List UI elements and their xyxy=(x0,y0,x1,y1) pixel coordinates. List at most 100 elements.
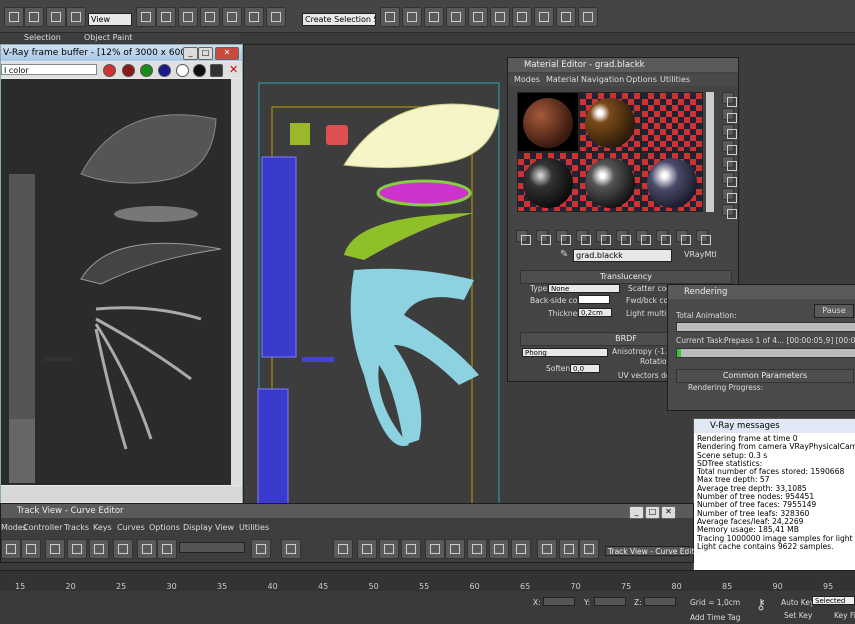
auto-tangent-icon[interactable] xyxy=(467,539,487,559)
make-preview-icon[interactable] xyxy=(722,172,737,187)
pivot-icon[interactable] xyxy=(136,7,156,27)
close-button[interactable]: ✕ xyxy=(215,47,239,60)
common-parameters-rollout[interactable]: Common Parameters xyxy=(676,369,854,383)
bezier-icon[interactable] xyxy=(281,539,301,559)
go-parent-icon[interactable] xyxy=(696,230,711,245)
selection-set-select[interactable]: Selected xyxy=(812,596,855,605)
lock-y-icon[interactable] xyxy=(559,539,579,559)
graphite-icon[interactable] xyxy=(446,7,466,27)
reference-coordinate-select[interactable]: View xyxy=(88,13,132,26)
key-filters-button[interactable]: Key Fil xyxy=(834,611,855,620)
slot-scrollbar[interactable] xyxy=(706,92,714,212)
alpha-channel-icon[interactable] xyxy=(176,64,189,77)
add-time-tag-button[interactable]: Add Time Tag xyxy=(690,613,740,622)
menu-utilities[interactable]: Utilities xyxy=(660,74,690,86)
backside-color-swatch[interactable] xyxy=(578,295,610,304)
material-type-button[interactable]: VRayMtl xyxy=(684,250,717,259)
percent-snap-icon[interactable] xyxy=(244,7,264,27)
move-keys-icon[interactable] xyxy=(21,539,41,559)
brdf-type-select[interactable]: Phong xyxy=(522,348,608,357)
put-library-icon[interactable] xyxy=(636,230,651,245)
track-minimize-button[interactable]: _ xyxy=(629,506,644,519)
reduce-keys-icon[interactable] xyxy=(157,539,177,559)
track-menu-utilities[interactable]: Utilities xyxy=(239,522,269,533)
vfb-vertical-scrollbar[interactable] xyxy=(231,79,241,485)
rotate-icon[interactable] xyxy=(46,7,66,27)
get-material-icon[interactable] xyxy=(516,230,531,245)
show-keyable-icon[interactable] xyxy=(511,539,531,559)
red-channel-icon[interactable] xyxy=(103,64,116,77)
rendered-frame-window-icon[interactable] xyxy=(556,7,576,27)
move-icon[interactable] xyxy=(24,7,44,27)
translucency-type-select[interactable]: None xyxy=(548,284,620,293)
y-coordinate-field[interactable] xyxy=(594,597,626,606)
x-coordinate-field[interactable] xyxy=(543,597,575,606)
options-icon[interactable] xyxy=(722,188,737,203)
sample-type-icon[interactable] xyxy=(722,92,737,107)
spinner-snap-icon[interactable] xyxy=(266,7,286,27)
clear-icon[interactable]: ✕ xyxy=(229,63,238,76)
scale-keys-icon[interactable] xyxy=(67,539,87,559)
mirror-icon[interactable] xyxy=(380,7,400,27)
put-material-icon[interactable] xyxy=(536,230,551,245)
green-channel-icon[interactable] xyxy=(140,64,153,77)
menu-navigation[interactable]: Navigation xyxy=(581,74,624,86)
menu-modes[interactable]: Modes xyxy=(514,74,540,86)
scale-icon[interactable] xyxy=(66,7,86,27)
channel-select[interactable]: I color xyxy=(1,64,97,75)
show-map-icon[interactable] xyxy=(676,230,691,245)
key-value-field[interactable] xyxy=(179,542,245,553)
add-keys-icon[interactable] xyxy=(113,539,133,559)
slow-tangent-icon[interactable] xyxy=(379,539,399,559)
material-editor-icon[interactable] xyxy=(512,7,532,27)
material-slot[interactable] xyxy=(641,92,703,152)
background-icon[interactable] xyxy=(722,124,737,139)
lock-z-icon[interactable] xyxy=(579,539,599,559)
track-menu-display[interactable]: Display xyxy=(183,522,213,533)
thickness-field[interactable]: 0,2cm xyxy=(578,308,612,317)
material-id-icon[interactable] xyxy=(656,230,671,245)
smooth-tangent-icon[interactable] xyxy=(445,539,465,559)
copy-material-icon[interactable] xyxy=(596,230,611,245)
material-slot[interactable] xyxy=(579,92,641,152)
sample-uv-icon[interactable] xyxy=(722,140,737,155)
lock-x-icon[interactable] xyxy=(537,539,557,559)
track-view-name-field[interactable]: Track View - Curve Editor xyxy=(605,546,702,556)
red-channel-toggle-icon[interactable] xyxy=(122,64,135,77)
render-setup-icon[interactable] xyxy=(534,7,554,27)
soften-field[interactable]: 0,0 xyxy=(570,364,600,373)
backlight-icon[interactable] xyxy=(722,108,737,123)
param-out-of-range-icon[interactable] xyxy=(489,539,509,559)
select-by-material-icon[interactable] xyxy=(722,204,737,219)
ribbon-object-paint-tab[interactable]: Object Paint xyxy=(84,33,132,42)
blue-channel-icon[interactable] xyxy=(158,64,171,77)
scale-values-icon[interactable] xyxy=(89,539,109,559)
menu-options[interactable]: Options xyxy=(626,74,657,86)
save-icon[interactable] xyxy=(210,64,223,77)
select-icon[interactable] xyxy=(4,7,24,27)
set-key-button[interactable]: Set Key xyxy=(784,611,812,620)
track-close-button[interactable]: ✕ xyxy=(661,506,676,519)
linear-tangent-icon[interactable] xyxy=(401,539,421,559)
schematic-view-icon[interactable] xyxy=(490,7,510,27)
align-icon[interactable] xyxy=(402,7,422,27)
fast-tangent-icon[interactable] xyxy=(357,539,377,559)
minimize-button[interactable]: _ xyxy=(183,47,198,60)
video-color-icon[interactable] xyxy=(722,156,737,171)
curve-editor-icon[interactable] xyxy=(468,7,488,27)
select-manipulate-icon[interactable] xyxy=(156,7,176,27)
z-coordinate-field[interactable] xyxy=(644,597,676,606)
keyboard-shortcut-icon[interactable] xyxy=(178,7,198,27)
reset-map-icon[interactable] xyxy=(576,230,591,245)
translucency-rollout-header[interactable]: Translucency xyxy=(520,270,732,284)
layer-manager-icon[interactable] xyxy=(424,7,444,27)
angle-snap-icon[interactable] xyxy=(222,7,242,27)
render-production-icon[interactable] xyxy=(578,7,598,27)
slide-keys-icon[interactable] xyxy=(45,539,65,559)
mono-icon[interactable] xyxy=(193,64,206,77)
material-slot[interactable] xyxy=(641,152,703,212)
track-menu-tracks[interactable]: Tracks xyxy=(64,522,89,533)
ribbon-selection-tab[interactable]: Selection xyxy=(24,33,61,42)
set-tangents-icon[interactable] xyxy=(333,539,353,559)
track-menu-keys[interactable]: Keys xyxy=(93,522,112,533)
